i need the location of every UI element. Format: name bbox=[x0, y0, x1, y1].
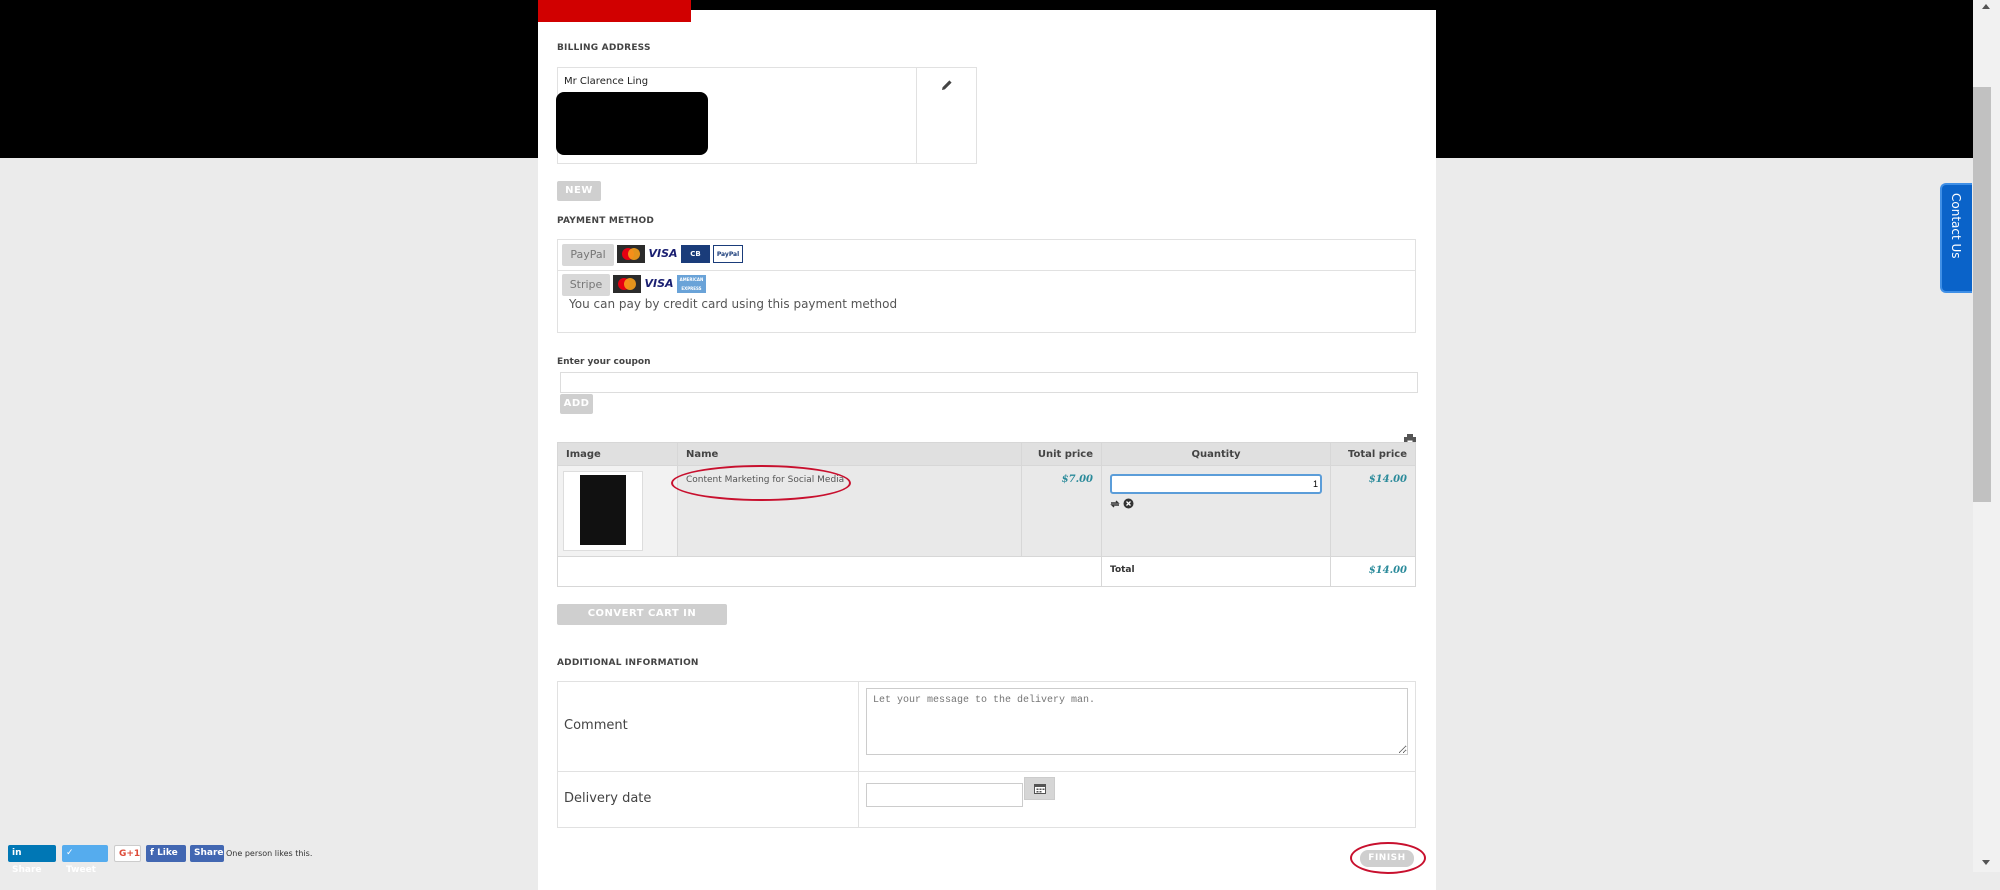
amex-card-icon: AMERICAN EXPRESS bbox=[677, 275, 706, 293]
scroll-up-arrow[interactable] bbox=[1982, 4, 1990, 9]
quantity-input[interactable] bbox=[1110, 474, 1322, 494]
paypal-card-icon: PayPal bbox=[713, 245, 743, 263]
facebook-share-button[interactable]: Share bbox=[190, 845, 224, 862]
facebook-icon: f bbox=[150, 848, 158, 858]
contact-us-label: Contact Us bbox=[1949, 193, 1963, 259]
linkedin-share-label: Share bbox=[12, 865, 42, 875]
gplus-button[interactable]: G+1 bbox=[114, 845, 141, 862]
billing-divider bbox=[916, 68, 917, 163]
header-unit-price: Unit price bbox=[1021, 442, 1102, 466]
cart-table: Image Name Unit price Quantity Total pri… bbox=[557, 442, 1416, 587]
additional-info-title: ADDITIONAL INFORMATION bbox=[557, 658, 699, 668]
facebook-like-label: Like bbox=[157, 848, 178, 858]
new-address-button[interactable]: NEW bbox=[557, 181, 601, 201]
tweet-label: Tweet bbox=[66, 865, 96, 875]
book-cover-thumbnail bbox=[580, 475, 626, 545]
linkedin-icon: in bbox=[12, 848, 22, 858]
calendar-button[interactable] bbox=[1024, 777, 1055, 800]
coupon-input[interactable] bbox=[560, 372, 1418, 393]
mastercard-icon bbox=[613, 275, 641, 293]
header-total-price: Total price bbox=[1330, 442, 1416, 466]
product-image[interactable] bbox=[563, 471, 643, 551]
tweet-button[interactable]: ✓ Tweet bbox=[62, 845, 108, 875]
header-quantity: Quantity bbox=[1101, 442, 1331, 466]
cart-header-row: Image Name Unit price Quantity Total pri… bbox=[557, 442, 1416, 466]
total-label: Total bbox=[1101, 556, 1331, 587]
visa-icon: VISA bbox=[644, 277, 674, 290]
product-name-highlight bbox=[671, 465, 851, 501]
total-spacer bbox=[557, 556, 1102, 587]
twitter-icon: ✓ bbox=[66, 848, 74, 858]
payment-divider bbox=[558, 270, 1415, 271]
likes-count-text: One person likes this. bbox=[226, 849, 313, 858]
coupon-label: Enter your coupon bbox=[557, 357, 651, 367]
redacted-address bbox=[556, 92, 708, 155]
contact-us-tab[interactable]: Contact Us bbox=[1940, 183, 1972, 293]
row-total-price: $14.00 bbox=[1330, 465, 1416, 557]
cart-total-value: $14.00 bbox=[1330, 556, 1416, 587]
convert-wishlist-button[interactable]: CONVERT CART IN WISHLIST bbox=[557, 604, 727, 639]
quantity-cell bbox=[1101, 465, 1331, 557]
additional-divider-vertical bbox=[858, 682, 859, 827]
scrollbar-track[interactable] bbox=[1973, 0, 2000, 872]
visa-icon: VISA bbox=[648, 247, 678, 260]
comment-textarea[interactable] bbox=[866, 688, 1408, 755]
paypal-button[interactable]: PayPal bbox=[562, 244, 614, 266]
unit-price: $7.00 bbox=[1021, 465, 1102, 557]
mastercard-icon bbox=[617, 245, 645, 263]
cart-total-row: Total $14.00 bbox=[557, 556, 1416, 587]
stripe-description: You can pay by credit card using this pa… bbox=[569, 297, 898, 311]
facebook-like-button[interactable]: f Like bbox=[146, 845, 186, 862]
finish-highlight bbox=[1350, 842, 1426, 874]
header-image: Image bbox=[557, 442, 678, 466]
billing-name: Mr Clarence Ling bbox=[564, 76, 649, 87]
delivery-date-label: Delivery date bbox=[564, 791, 652, 806]
linkedin-share-button[interactable]: in Share bbox=[8, 845, 56, 875]
print-icon[interactable] bbox=[1404, 429, 1416, 445]
header-red-tab bbox=[538, 0, 691, 22]
edit-icon[interactable] bbox=[922, 76, 972, 96]
scrollbar-thumb[interactable] bbox=[1973, 87, 1991, 502]
delivery-date-input[interactable] bbox=[866, 783, 1023, 807]
cb-card-icon: CB bbox=[681, 245, 710, 263]
refresh-icon[interactable] bbox=[1110, 499, 1120, 509]
product-image-cell bbox=[557, 465, 678, 557]
comment-label: Comment bbox=[564, 718, 628, 733]
additional-divider-horizontal bbox=[558, 771, 1415, 772]
scroll-down-arrow[interactable] bbox=[1982, 860, 1990, 865]
billing-address-title: BILLING ADDRESS bbox=[557, 43, 651, 53]
calendar-icon bbox=[1033, 784, 1046, 794]
header-name: Name bbox=[677, 442, 1022, 466]
remove-icon[interactable] bbox=[1123, 498, 1134, 509]
add-coupon-button[interactable]: ADD bbox=[560, 394, 593, 414]
stripe-button[interactable]: Stripe bbox=[562, 274, 610, 296]
payment-method-title: PAYMENT METHOD bbox=[557, 216, 654, 226]
